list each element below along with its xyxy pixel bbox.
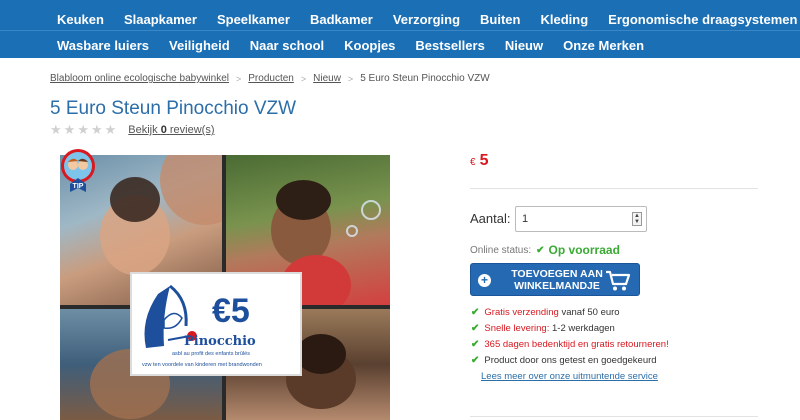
- main-navigation: Keuken Slaapkamer Speelkamer Badkamer Ve…: [0, 0, 800, 58]
- nav-item-nieuw[interactable]: Nieuw: [505, 38, 543, 53]
- reviews-suffix: review(s): [169, 124, 215, 136]
- check-icon: ✔: [471, 338, 480, 350]
- star-empty-icon: ★: [104, 122, 117, 137]
- voucher-line-fr: asbl au profit des enfants brûlés: [172, 351, 250, 357]
- quantity-stepper[interactable]: ▲ ▼: [632, 212, 642, 226]
- check-icon: ✔: [471, 354, 480, 366]
- benefit-text: 1-2 werkdagen: [549, 322, 615, 334]
- tip-badge-icon: TIP: [61, 149, 95, 192]
- add-to-cart-button[interactable]: + TOEVOEGEN AAN WINKELMANDJE: [470, 263, 640, 296]
- nav-item-speelkamer[interactable]: Speelkamer: [217, 12, 290, 27]
- photo-shape: [296, 334, 346, 374]
- nav-item-bestsellers[interactable]: Bestsellers: [415, 38, 484, 53]
- star-empty-icon: ★: [90, 122, 103, 137]
- benefits-list: ✔ Gratis verzending vanaf 50 euro ✔ Snel…: [471, 304, 669, 368]
- photo-shape: [160, 155, 222, 225]
- check-icon: ✔: [536, 244, 545, 256]
- divider: [470, 416, 758, 417]
- stock-status: Online status: ✔ Op voorraad: [470, 243, 620, 257]
- bubble-shape: [361, 200, 381, 220]
- bubble-shape: [346, 225, 358, 237]
- nav-item-onze-merken[interactable]: Onze Merken: [563, 38, 644, 53]
- breadcrumb-separator-icon: >: [300, 73, 307, 84]
- benefit-highlight: Gratis verzending: [484, 306, 559, 318]
- breadcrumb-link-nieuw[interactable]: Nieuw: [313, 73, 341, 84]
- voucher-amount: €5: [212, 292, 250, 330]
- benefit-item: ✔ 365 dagen bedenktijd en gratis retourn…: [471, 336, 669, 352]
- divider: [470, 188, 758, 189]
- reviews-count: 0: [160, 124, 167, 136]
- benefit-highlight: 365 dagen bedenktijd en gratis retourner…: [484, 338, 669, 350]
- breadcrumb-separator-icon: >: [236, 73, 242, 84]
- nav-item-wasbare-luiers[interactable]: Wasbare luiers: [57, 38, 149, 53]
- voucher-brand: Pinocchio: [184, 334, 256, 349]
- nav-item-naar-school[interactable]: Naar school: [250, 38, 324, 53]
- nav-item-keuken[interactable]: Keuken: [57, 12, 104, 27]
- nav-item-koopjes[interactable]: Koopjes: [344, 38, 395, 53]
- star-empty-icon: ★: [77, 122, 89, 137]
- nav-row-primary: Keuken Slaapkamer Speelkamer Badkamer Ve…: [57, 5, 800, 33]
- star-empty-icon: ★: [63, 122, 76, 137]
- nav-item-badkamer[interactable]: Badkamer: [310, 12, 373, 27]
- nav-item-veiligheid[interactable]: Veiligheid: [169, 38, 230, 53]
- photo-shape: [110, 177, 160, 222]
- price-amount: 5: [479, 152, 489, 169]
- breadcrumb: Blabloom online ecologische babywinkel >…: [50, 73, 490, 84]
- breadcrumb-separator-icon: >: [347, 73, 354, 84]
- product-title: 5 Euro Steun Pinocchio VZW: [50, 98, 297, 119]
- nav-item-kleding[interactable]: Kleding: [540, 12, 588, 27]
- nav-item-draagsystemen[interactable]: Ergonomische draagsystemen: [608, 12, 797, 27]
- benefit-item: ✔ Gratis verzending vanaf 50 euro: [471, 304, 669, 320]
- check-icon: ✔: [471, 306, 480, 318]
- reviews-prefix: Bekijk: [128, 124, 158, 136]
- benefit-text: vanaf 50 euro: [558, 306, 620, 318]
- quantity-input[interactable]: [522, 211, 622, 227]
- photo-shape: [276, 180, 331, 220]
- stock-value: Op voorraad: [548, 243, 620, 257]
- benefit-item: ✔ Snelle levering: 1-2 werkdagen: [471, 320, 669, 336]
- product-price: €5: [470, 152, 488, 170]
- shopping-cart-icon: [606, 270, 631, 291]
- benefit-text: Product door ons getest en goedgekeurd: [484, 354, 657, 366]
- star-empty-icon: ★: [50, 122, 62, 137]
- voucher-card: €5 Pinocchio asbl au profit des enfants …: [130, 272, 302, 376]
- breadcrumb-link-producten[interactable]: Producten: [248, 73, 294, 84]
- quantity-label: Aantal:: [470, 211, 511, 226]
- benefit-item: ✔ Product door ons getest en goedgekeurd: [471, 352, 669, 368]
- nav-item-verzorging[interactable]: Verzorging: [393, 12, 460, 27]
- nav-item-buiten[interactable]: Buiten: [480, 12, 520, 27]
- plus-icon: +: [478, 274, 491, 287]
- benefit-highlight: Snelle levering:: [484, 322, 550, 334]
- stock-label: Online status:: [470, 244, 532, 256]
- nav-row-secondary: Wasbare luiers Veiligheid Naar school Ko…: [57, 31, 664, 59]
- tip-badge-label: TIP: [73, 183, 84, 190]
- price-currency: €: [470, 157, 476, 168]
- nav-item-slaapkamer[interactable]: Slaapkamer: [124, 12, 197, 27]
- breadcrumb-link-home[interactable]: Blabloom online ecologische babywinkel: [50, 73, 229, 84]
- breadcrumb-current: 5 Euro Steun Pinocchio VZW: [360, 73, 490, 84]
- voucher-line-nl: vzw ten voordele van kinderen met brandw…: [142, 362, 262, 368]
- rating-stars: ★ ★ ★ ★ ★: [50, 122, 118, 138]
- check-icon: ✔: [471, 322, 480, 334]
- add-to-cart-label: TOEVOEGEN AAN WINKELMANDJE: [511, 268, 603, 292]
- quantity-field[interactable]: ▲▼: [515, 206, 647, 232]
- reviews-link[interactable]: Bekijk 0 review(s): [128, 124, 214, 136]
- service-info-link[interactable]: Lees meer over onze uitmuntende service: [481, 371, 658, 382]
- rating-row: ★ ★ ★ ★ ★ Bekijk 0 review(s): [50, 122, 215, 138]
